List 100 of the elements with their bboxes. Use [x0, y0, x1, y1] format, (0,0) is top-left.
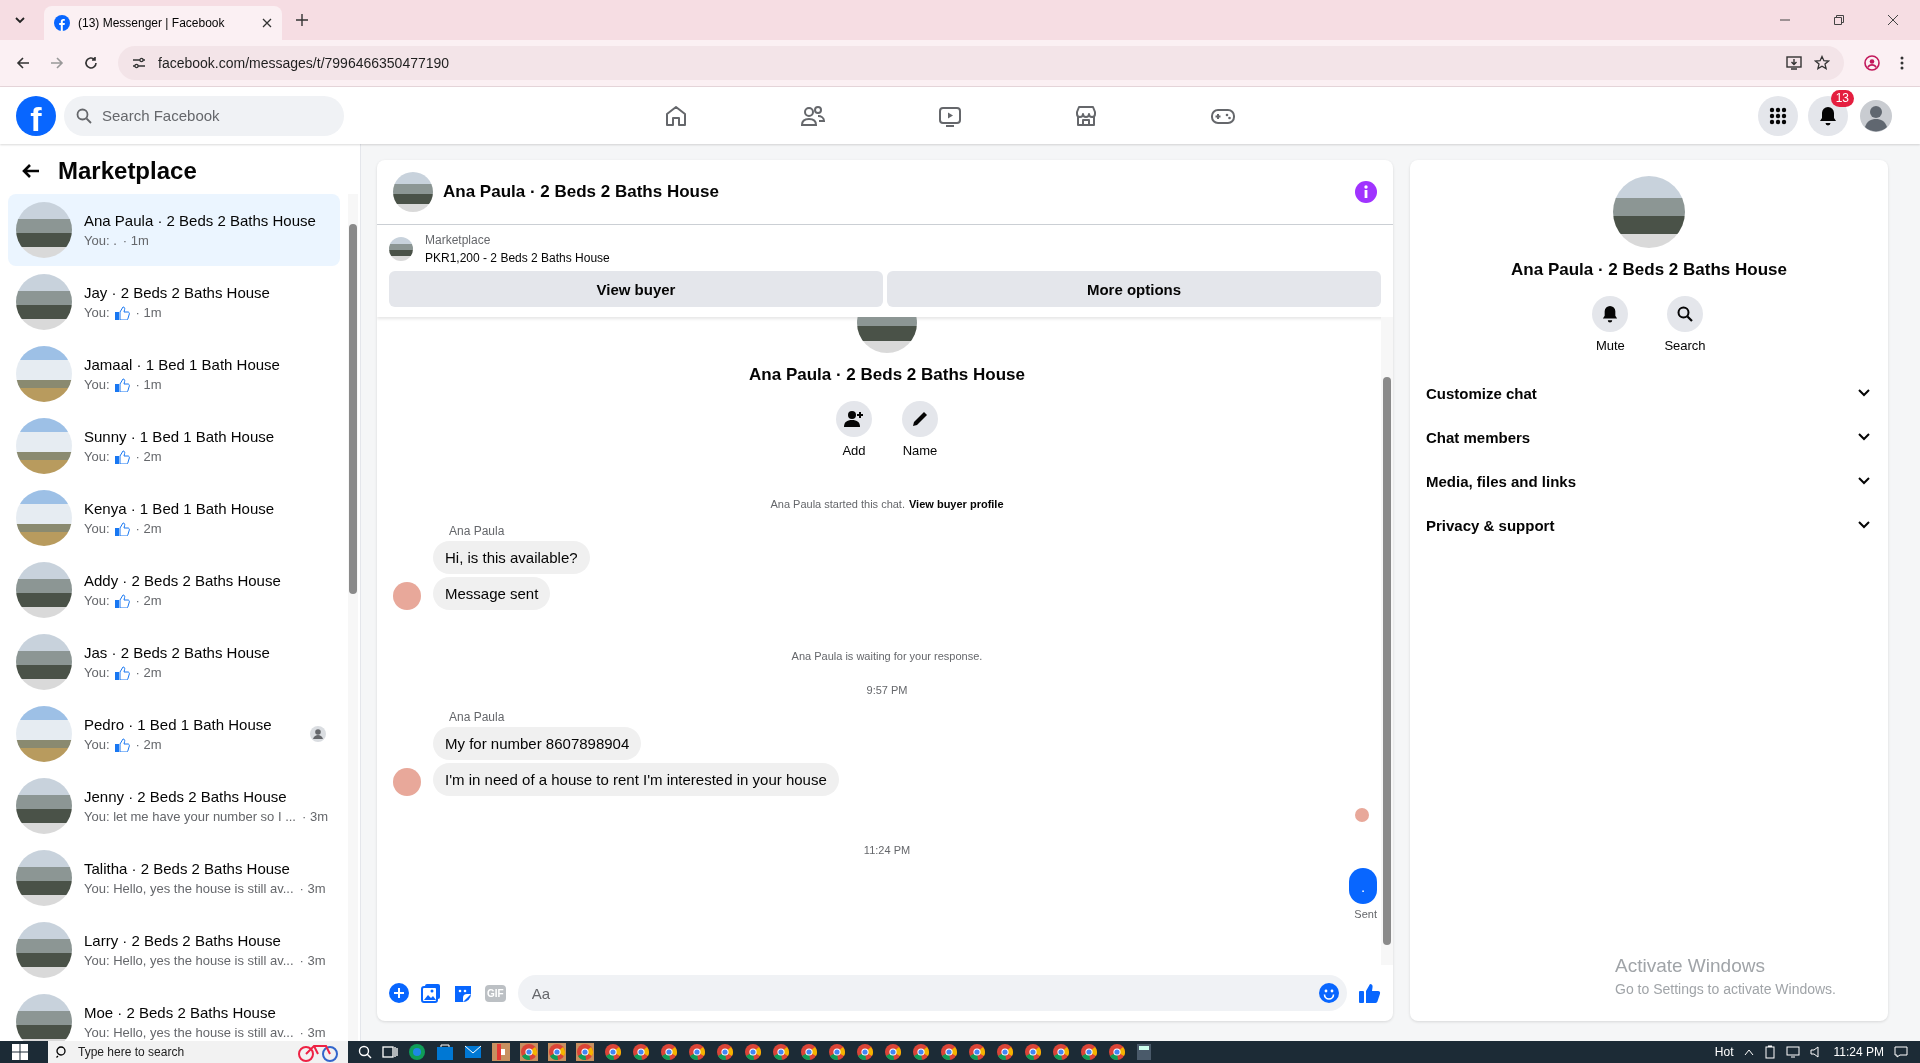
battery-icon[interactable]	[1763, 1045, 1776, 1059]
apps-menu-button[interactable]	[1758, 95, 1798, 136]
address-field[interactable]: facebook.com/messages/t/7996466350477190	[118, 46, 1844, 80]
weather-text[interactable]: Hot	[1714, 1045, 1734, 1059]
windows-start-icon[interactable]	[12, 1044, 28, 1060]
notifications-button[interactable]	[1808, 95, 1848, 136]
restore-icon[interactable]	[1834, 15, 1844, 25]
chevron-up-icon[interactable]	[1743, 1048, 1754, 1056]
account-avatar[interactable]	[1858, 97, 1894, 134]
scrollbar-thumb[interactable]	[349, 224, 357, 594]
plus-icon[interactable]	[389, 983, 409, 1003]
message-preview: You:	[84, 377, 110, 392]
chrome-icon[interactable]	[716, 1043, 734, 1061]
emoji-icon[interactable]	[1319, 983, 1339, 1003]
listing-button[interactable]: More options	[887, 271, 1381, 307]
timestamp: 11:24 PM	[863, 844, 911, 856]
conversation-item[interactable]: Jay · 2 Beds 2 Baths House You: · 1m	[8, 266, 340, 338]
chrome-icon[interactable]	[1052, 1043, 1070, 1061]
chrome-icon[interactable]	[800, 1043, 818, 1061]
search-box[interactable]: Search Facebook	[64, 95, 344, 136]
network-icon[interactable]	[1785, 1046, 1800, 1058]
browser-tab[interactable]: (13) Messenger | Facebook	[44, 6, 282, 40]
friends-icon[interactable]	[800, 103, 826, 128]
install-app-icon[interactable]	[1786, 56, 1802, 70]
conversation-item[interactable]: Addy · 2 Beds 2 Baths House You: · 2m	[8, 554, 340, 626]
thumbs-up-icon[interactable]	[1359, 983, 1381, 1003]
facebook-logo[interactable]: f	[16, 95, 56, 136]
chrome-icon[interactable]	[660, 1043, 678, 1061]
profile-icon[interactable]	[1864, 55, 1880, 71]
task-view-icon[interactable]	[382, 1045, 398, 1059]
photo-placeholder	[389, 237, 413, 261]
mute-button[interactable]	[1592, 296, 1629, 332]
conversation-item[interactable]: Jenny · 2 Beds 2 Baths House You: let me have your number so I ... · 3m	[8, 770, 340, 842]
store-icon[interactable]	[1074, 103, 1098, 128]
forward-icon[interactable]	[50, 56, 64, 70]
search-icon[interactable]	[358, 1045, 372, 1059]
new-tab-icon[interactable]	[296, 14, 308, 26]
search-field[interactable]: Search Facebook	[100, 106, 332, 125]
conversation-item[interactable]: Ana Paula · 2 Beds 2 Baths House You: . · 1m	[8, 194, 340, 266]
chrome-icon[interactable]	[632, 1043, 650, 1061]
message-time: · 1m	[122, 233, 149, 248]
conversation-item[interactable]: Talitha · 2 Beds 2 Baths House You: Hello, yes the house is still av... · 3m	[8, 842, 340, 914]
conversation-item[interactable]: Larry · 2 Beds 2 Baths House You: Hello, yes the house is still av... · 3m	[8, 914, 340, 986]
sticker-icon[interactable]	[453, 983, 473, 1003]
back-icon[interactable]	[16, 56, 30, 70]
browser-icon[interactable]	[408, 1043, 426, 1061]
chrome-icon[interactable]	[940, 1043, 958, 1061]
conversation-item[interactable]: Kenya · 1 Bed 1 Bath House You: · 2m	[8, 482, 340, 554]
chrome-icon[interactable]	[856, 1043, 874, 1061]
calculator-icon[interactable]	[1136, 1043, 1152, 1061]
section-header[interactable]: Chat members	[1426, 415, 1872, 459]
activation-notice-title: Activate Windows	[1615, 955, 1766, 977]
chrome-icon[interactable]	[1108, 1043, 1126, 1061]
message-input[interactable]: Aa	[529, 983, 1319, 1003]
back-arrow-icon[interactable]	[22, 163, 40, 179]
chrome-icon[interactable]	[1080, 1043, 1098, 1061]
listing-button[interactable]: View buyer	[389, 271, 883, 307]
search-button[interactable]	[1667, 296, 1703, 332]
menu-icon[interactable]	[1900, 56, 1904, 70]
view-buyer-profile-link[interactable]: View buyer profile	[909, 498, 1004, 510]
mail-icon[interactable]	[464, 1043, 482, 1061]
conversation-title: Pedro · 1 Bed 1 Bath House	[84, 716, 273, 733]
notifications-icon[interactable]	[1894, 1046, 1908, 1058]
message-bubble: .	[1349, 868, 1377, 904]
close-icon[interactable]	[262, 18, 272, 28]
conversation-item[interactable]: Jamaal · 1 Bed 1 Bath House You: · 1m	[8, 338, 340, 410]
chrome-icon[interactable]	[772, 1043, 790, 1061]
chrome-icon[interactable]	[996, 1043, 1014, 1061]
chrome-icon[interactable]	[912, 1043, 930, 1061]
chrome-icon[interactable]	[1024, 1043, 1042, 1061]
chrome-icon[interactable]	[744, 1043, 762, 1061]
clock-time[interactable]: 11:24 PM	[1833, 1045, 1884, 1059]
message-preview: You:	[84, 521, 110, 536]
conversation-item[interactable]: Sunny · 1 Bed 1 Bath House You: · 2m	[8, 410, 340, 482]
thumbs-up-icon	[113, 449, 130, 464]
close-icon[interactable]	[1888, 15, 1898, 25]
app-icon[interactable]	[492, 1043, 510, 1061]
message-box[interactable]: Aa	[517, 975, 1347, 1011]
conversation-item[interactable]: Pedro · 1 Bed 1 Bath House You: · 2m	[8, 698, 340, 770]
chrome-icon[interactable]	[604, 1043, 622, 1061]
chrome-icon[interactable]	[688, 1043, 706, 1061]
chrome-icon[interactable]	[884, 1043, 902, 1061]
star-icon[interactable]	[1814, 55, 1830, 71]
site-settings-icon[interactable]	[132, 56, 146, 70]
taskbar-search-field[interactable]: Type here to search	[48, 1041, 348, 1063]
home-icon[interactable]	[664, 103, 688, 128]
info-icon[interactable]	[1355, 181, 1377, 203]
section-header[interactable]: Media, files and links	[1426, 459, 1872, 503]
section-header[interactable]: Privacy & support	[1426, 503, 1872, 547]
store-icon[interactable]	[436, 1043, 454, 1061]
reload-icon[interactable]	[84, 56, 98, 70]
chrome-icon[interactable]	[968, 1043, 986, 1061]
add-person-button[interactable]	[836, 401, 872, 437]
conversation-item[interactable]: Jas · 2 Beds 2 Baths House You: · 2m	[8, 626, 340, 698]
edit-name-button[interactable]	[902, 401, 938, 437]
scrollbar-thumb[interactable]	[1383, 377, 1391, 945]
section-header[interactable]: Customize chat	[1426, 371, 1872, 415]
chrome-icon[interactable]	[828, 1043, 846, 1061]
image-icon[interactable]	[421, 983, 441, 1003]
thumbs-up-icon	[113, 737, 130, 752]
